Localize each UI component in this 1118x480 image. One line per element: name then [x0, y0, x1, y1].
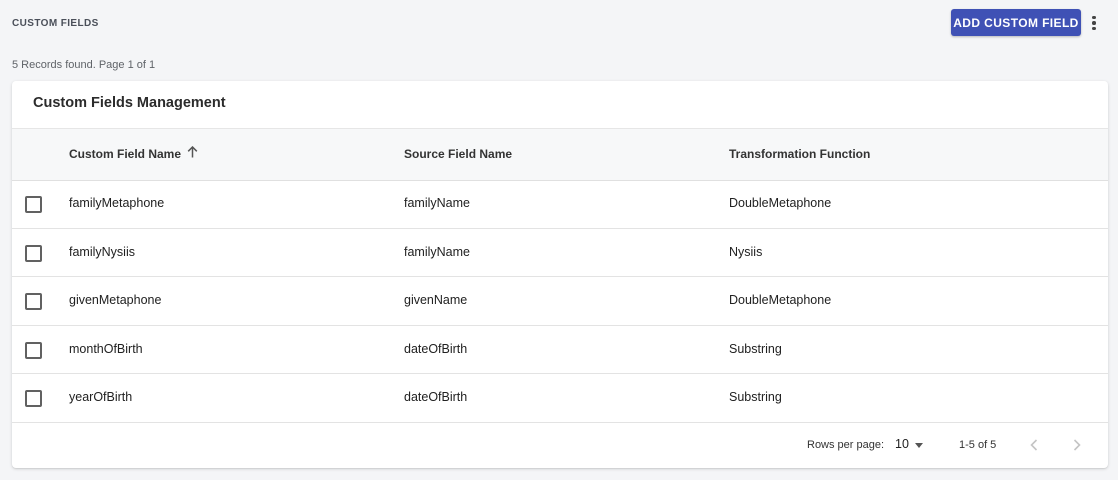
table-row[interactable]: familyNysiis familyName Nysiis: [12, 229, 1108, 277]
source-field-name-cell: dateOfBirth: [404, 390, 468, 404]
rows-per-page-value: 10: [895, 437, 909, 451]
source-field-name-cell: familyName: [404, 196, 470, 210]
source-field-name-cell: dateOfBirth: [404, 342, 468, 356]
arrow-up-icon: [187, 145, 198, 161]
custom-field-name-cell: familyMetaphone: [69, 196, 165, 210]
row-checkbox[interactable]: [25, 342, 42, 359]
column-header-transformation-function[interactable]: Transformation Function: [729, 147, 870, 161]
table-header: Custom Field Name Source Field Name Tran…: [12, 128, 1108, 181]
transformation-function-cell: Nysiis: [729, 245, 763, 259]
chevron-right-icon[interactable]: [1066, 434, 1088, 456]
transformation-function-cell: Substring: [729, 390, 782, 404]
source-field-name-cell: familyName: [404, 245, 470, 259]
table-row[interactable]: yearOfBirth dateOfBirth Substring: [12, 374, 1108, 423]
column-header-label: Custom Field Name: [69, 147, 182, 161]
table-row[interactable]: familyMetaphone familyName DoubleMetapho…: [12, 180, 1108, 229]
table-pagination: Rows per page: 10 1-5 of 5: [12, 423, 1108, 468]
custom-fields-card: Custom Fields Management Custom Field Na…: [12, 81, 1108, 468]
table-row[interactable]: monthOfBirth dateOfBirth Substring: [12, 326, 1108, 374]
column-header-source-field-name[interactable]: Source Field Name: [404, 147, 512, 161]
page-title: CUSTOM FIELDS: [12, 18, 99, 29]
card-title: Custom Fields Management: [33, 95, 226, 111]
records-count: 5 Records found. Page 1 of 1: [12, 59, 156, 71]
dropdown-caret-icon: [915, 443, 923, 448]
custom-field-name-cell: monthOfBirth: [69, 342, 143, 356]
transformation-function-cell: DoubleMetaphone: [729, 196, 832, 210]
transformation-function-cell: Substring: [729, 342, 782, 356]
transformation-function-cell: DoubleMetaphone: [729, 293, 832, 307]
custom-field-name-cell: yearOfBirth: [69, 390, 133, 404]
custom-field-name-cell: givenMetaphone: [69, 293, 162, 307]
add-custom-field-button[interactable]: ADD CUSTOM FIELD: [951, 9, 1081, 36]
more-vert-icon[interactable]: [1086, 12, 1102, 34]
chevron-left-icon[interactable]: [1023, 434, 1045, 456]
pagination-range: 1-5 of 5: [959, 439, 997, 451]
custom-field-name-cell: familyNysiis: [69, 245, 135, 259]
column-header-custom-field-name[interactable]: Custom Field Name: [69, 145, 198, 161]
page-header: CUSTOM FIELDS ADD CUSTOM FIELD: [0, 0, 1118, 46]
table-body: familyMetaphone familyName DoubleMetapho…: [12, 180, 1108, 423]
rows-per-page-label: Rows per page:: [807, 439, 885, 451]
row-checkbox[interactable]: [25, 245, 42, 262]
row-checkbox[interactable]: [25, 196, 42, 213]
row-checkbox[interactable]: [25, 390, 42, 407]
table-row[interactable]: givenMetaphone givenName DoubleMetaphone: [12, 277, 1108, 326]
row-checkbox[interactable]: [25, 293, 42, 310]
rows-per-page-select[interactable]: 10: [894, 437, 928, 455]
source-field-name-cell: givenName: [404, 293, 468, 307]
